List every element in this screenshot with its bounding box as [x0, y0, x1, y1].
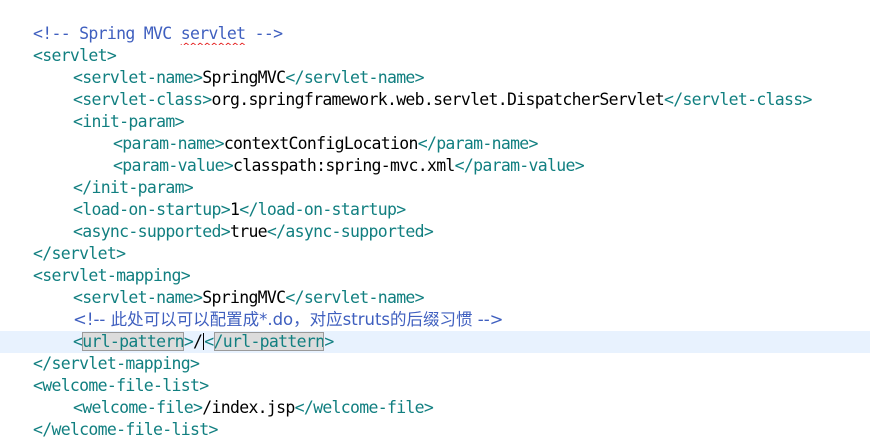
xml-tag-open: <welcome-file>: [73, 398, 203, 417]
code-line-welcome-file-list-open[interactable]: <welcome-file-list>: [0, 375, 870, 397]
xml-comment: <!-- 此处可以可以配置成*.do，对应struts的后缀习惯 -->: [73, 310, 504, 329]
xml-text: 1: [229, 200, 240, 219]
xml-tag-close: </init-param>: [73, 178, 194, 197]
xml-tag-close: </servlet-name>: [285, 288, 424, 307]
code-line-welcome-file[interactable]: <welcome-file>/index.jsp</welcome-file>: [0, 397, 870, 419]
code-line-url-pattern-current[interactable]: <url-pattern>/</url-pattern>: [0, 331, 870, 353]
xml-text: org.springframework.web.servlet.Dispatch…: [211, 90, 665, 109]
xml-tag-open: <param-value>: [113, 156, 234, 175]
xml-tag-close: </param-name>: [417, 134, 539, 153]
matching-tag-highlight: /url-pattern: [213, 332, 325, 351]
xml-tag-close: </welcome-file>: [294, 398, 434, 417]
xml-text: /: [193, 332, 203, 351]
code-line-load-on-startup[interactable]: <load-on-startup>1</load-on-startup>: [0, 199, 870, 221]
xml-tag-open: <servlet-name>: [73, 68, 203, 87]
matching-tag-highlight: url-pattern: [82, 332, 185, 351]
code-line-servlet-open[interactable]: <servlet>: [0, 45, 870, 67]
xml-tag-close: </param-value>: [454, 156, 585, 175]
spelling-error-word: servlet: [180, 24, 246, 43]
xml-text: SpringMVC: [202, 68, 286, 87]
code-line-servlet-close[interactable]: </servlet>: [0, 243, 870, 265]
code-line-welcome-file-list-close[interactable]: </welcome-file-list>: [0, 419, 870, 441]
code-line-comment-header[interactable]: <!-- Spring MVC servlet -->: [0, 23, 870, 45]
code-line-servlet-name[interactable]: <servlet-name>SpringMVC</servlet-name>: [0, 67, 870, 89]
xml-code-editor[interactable]: <!-- Spring MVC servlet --> <servlet> <s…: [0, 0, 870, 447]
xml-tag-close: </async-supported>: [266, 222, 434, 241]
code-line-init-param-close[interactable]: </init-param>: [0, 177, 870, 199]
xml-text: SpringMVC: [202, 288, 286, 307]
code-line-servlet-class[interactable]: <servlet-class>org.springframework.web.s…: [0, 89, 870, 111]
xml-tag-close: </servlet-class>: [663, 90, 812, 109]
xml-tag-open: <load-on-startup>: [73, 200, 231, 219]
xml-tag-close: </welcome-file-list>: [33, 420, 218, 439]
xml-text: contextConfigLocation: [223, 134, 419, 153]
code-line-async-supported[interactable]: <async-supported>true</async-supported>: [0, 221, 870, 243]
xml-tag-close: </servlet-mapping>: [33, 354, 200, 373]
xml-tag-open: <init-param>: [73, 112, 185, 131]
xml-text: classpath:spring-mvc.xml: [233, 156, 455, 175]
xml-tag-close: </load-on-startup>: [239, 200, 406, 219]
code-line-param-value[interactable]: <param-value>classpath:spring-mvc.xml</p…: [0, 155, 870, 177]
code-line-servlet-mapping-close[interactable]: </servlet-mapping>: [0, 353, 870, 375]
xml-tag-close: </servlet>: [33, 244, 126, 263]
xml-text: /index.jsp: [202, 398, 295, 417]
xml-tag-open: <async-supported>: [73, 222, 231, 241]
xml-tag-open: <servlet>: [33, 46, 117, 65]
xml-tag-open: <servlet-class>: [73, 90, 212, 109]
code-line-mapping-servlet-name[interactable]: <servlet-name>SpringMVC</servlet-name>: [0, 287, 870, 309]
xml-text: true: [229, 222, 268, 241]
xml-tag-open: <servlet-mapping>: [33, 266, 191, 285]
xml-tag-open: <param-name>: [113, 134, 225, 153]
code-line-param-name[interactable]: <param-name>contextConfigLocation</param…: [0, 133, 870, 155]
xml-comment: <!-- Spring MVC servlet -->: [33, 24, 283, 43]
xml-tag-open: <servlet-name>: [73, 288, 203, 307]
code-line-mapping-comment[interactable]: <!-- 此处可以可以配置成*.do，对应struts的后缀习惯 -->: [0, 309, 870, 331]
xml-tag-close: </servlet-name>: [285, 68, 424, 87]
code-line-servlet-mapping-open[interactable]: <servlet-mapping>: [0, 265, 870, 287]
code-line-init-param-open[interactable]: <init-param>: [0, 111, 870, 133]
xml-tag-open: <welcome-file-list>: [33, 376, 209, 395]
